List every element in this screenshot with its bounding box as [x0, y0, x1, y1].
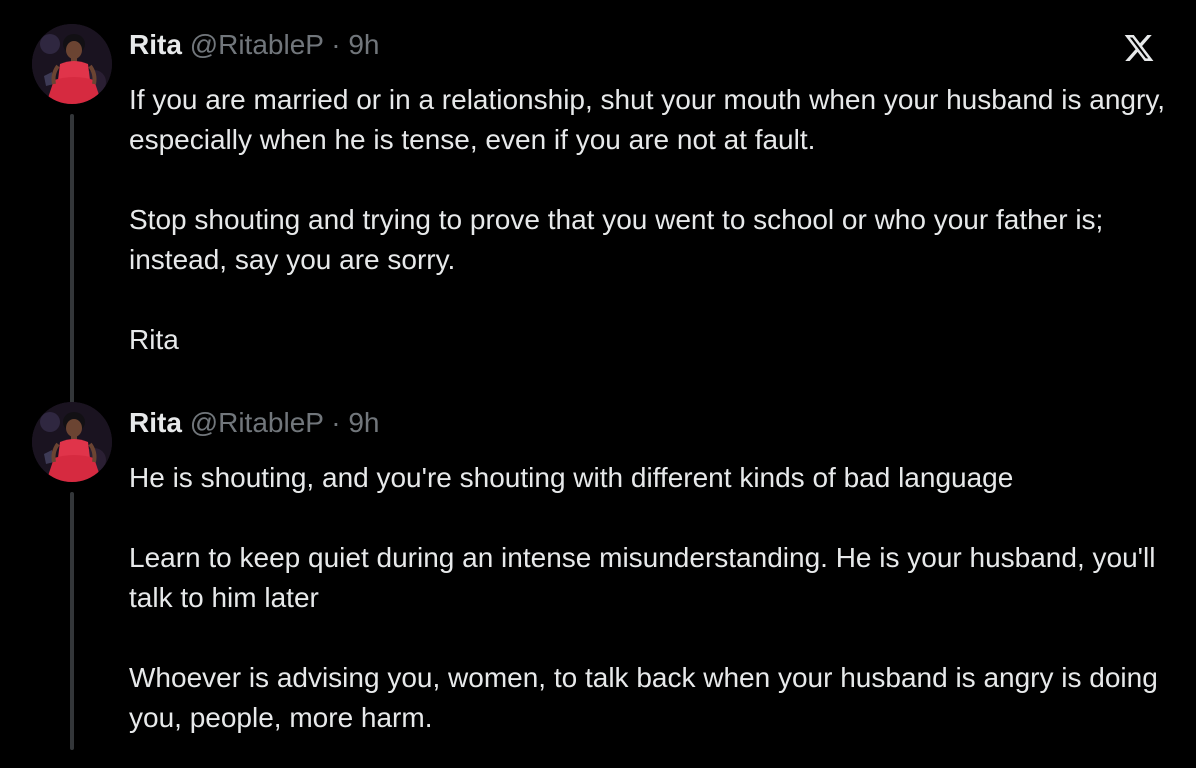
thread-connector-line	[70, 114, 74, 414]
tweet-timestamp[interactable]: 9h	[348, 29, 379, 60]
tweet-header: Rita @RitableP · 9h	[129, 28, 380, 62]
avatar[interactable]	[32, 402, 112, 482]
tweet-paragraph: Learn to keep quiet during an intense mi…	[129, 542, 1156, 613]
tweet-text: He is shouting, and you're shouting with…	[129, 458, 1169, 738]
x-logo-icon[interactable]	[1123, 32, 1155, 64]
author-handle[interactable]: @RitableP	[190, 29, 324, 60]
author-display-name[interactable]: Rita	[129, 29, 182, 60]
tweet-text: If you are married or in a relationship,…	[129, 80, 1169, 360]
tweet-paragraph: Rita	[129, 324, 179, 355]
author-handle[interactable]: @RitableP	[190, 407, 324, 438]
tweet-paragraph: Whoever is advising you, women, to talk …	[129, 662, 1158, 733]
tweet-paragraph: He is shouting, and you're shouting with…	[129, 462, 1014, 493]
thread-connector-line	[70, 492, 74, 750]
tweet-paragraph: If you are married or in a relationship,…	[129, 84, 1166, 155]
tweet-timestamp[interactable]: 9h	[348, 407, 379, 438]
author-display-name[interactable]: Rita	[129, 407, 182, 438]
avatar[interactable]	[32, 24, 112, 104]
separator-dot: ·	[331, 407, 341, 438]
tweet-paragraph: Stop shouting and trying to prove that y…	[129, 204, 1104, 275]
avatar-icon	[32, 24, 112, 104]
separator-dot: ·	[331, 29, 341, 60]
tweet-header: Rita @RitableP · 9h	[129, 406, 380, 440]
avatar-icon	[32, 402, 112, 482]
